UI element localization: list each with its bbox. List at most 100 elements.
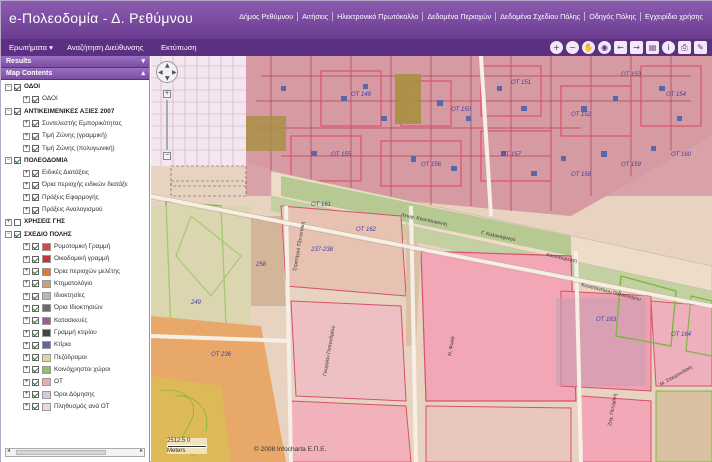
layer-checkbox[interactable] xyxy=(32,268,39,275)
layer-checkbox[interactable] xyxy=(32,341,39,349)
expand-icon[interactable]: + xyxy=(23,292,30,300)
layer-label[interactable]: ΟΔΟΙ xyxy=(42,95,58,102)
menu-print[interactable]: Εκτύπωση xyxy=(161,43,197,52)
layer-label[interactable]: Πράξεις Εφαρμογής xyxy=(42,194,99,201)
menu-address-search[interactable]: Αναζήτηση Διεύθυνσης xyxy=(67,43,143,52)
layer-checkbox[interactable] xyxy=(32,206,39,214)
layer-checkbox[interactable] xyxy=(32,317,39,325)
layer-label[interactable]: Όρια περιοχών μελέτης xyxy=(54,268,120,275)
layer-checkbox[interactable] xyxy=(32,403,39,411)
zoom-out-icon[interactable]: − xyxy=(566,41,579,54)
expand-icon[interactable]: + xyxy=(23,304,30,312)
layer-checkbox[interactable] xyxy=(14,108,21,116)
back-arrow-icon[interactable]: ← xyxy=(614,41,627,54)
nav-user-manual[interactable]: Εγχειρίδιο χρήσης xyxy=(640,12,707,21)
layer-label[interactable]: Συντελεστής Εμπορικότητας xyxy=(42,120,122,127)
expand-icon[interactable]: + xyxy=(23,194,30,202)
collapse-arrow-icon[interactable]: ▾ xyxy=(141,57,145,65)
layer-checkbox[interactable] xyxy=(32,366,39,374)
layer-label[interactable]: ΧΡΗΣΕΙΣ ΓΗΣ xyxy=(24,218,65,225)
layer-checkbox[interactable] xyxy=(32,292,39,300)
layer-label[interactable]: Οικοδομική γραμμή xyxy=(54,255,109,262)
print-icon[interactable]: ⎙ xyxy=(678,41,691,54)
collapse-icon[interactable]: − xyxy=(5,83,12,91)
layer-label[interactable]: Πεζόδρομοι xyxy=(54,354,87,361)
expand-icon[interactable]: + xyxy=(23,391,30,398)
expand-icon[interactable]: + xyxy=(23,169,30,177)
zoom-in-icon[interactable]: + xyxy=(550,41,563,54)
nav-area-data[interactable]: Δεδομένα Περιοχών xyxy=(422,12,495,21)
expand-icon[interactable]: + xyxy=(23,378,30,386)
collapse-icon[interactable]: − xyxy=(5,157,12,165)
layer-label[interactable]: Τιμή Ζώνης (πολυγωνική) xyxy=(42,145,115,152)
info-icon[interactable]: i xyxy=(662,41,675,54)
expand-icon[interactable]: + xyxy=(23,95,30,103)
expand-icon[interactable]: + xyxy=(5,218,12,226)
layers-icon[interactable]: ▤ xyxy=(646,41,659,54)
expand-icon[interactable]: + xyxy=(23,403,30,411)
layer-label[interactable]: ΠΟΛΕΟΔΟΜΙΑ xyxy=(24,157,68,164)
layer-checkbox[interactable] xyxy=(32,280,39,288)
layer-label[interactable]: ΑΝΤΙΚΕΙΜΕΝΙΚΕΣ ΑΞΙΕΣ 2007 xyxy=(24,108,114,115)
scroll-right-icon[interactable]: ▸ xyxy=(140,447,143,454)
layer-checkbox[interactable] xyxy=(32,181,39,189)
nav-city-guide[interactable]: Οδηγός Πόλης xyxy=(584,12,640,21)
layer-label[interactable]: ΣΧΕΔΙΟ ΠΟΛΗΣ xyxy=(24,231,72,238)
layer-checkbox[interactable] xyxy=(32,391,39,398)
pan-control[interactable]: ▲ ▼ ◀ ▶ xyxy=(156,61,178,83)
layer-label[interactable]: Όρια περιοχής ειδικών διατάξε xyxy=(42,181,128,188)
layer-checkbox[interactable] xyxy=(32,120,39,128)
layer-label[interactable]: Ιδιοκτησίες xyxy=(54,292,85,299)
expand-icon[interactable]: + xyxy=(23,341,30,349)
expand-icon[interactable]: + xyxy=(23,181,30,189)
layer-checkbox[interactable] xyxy=(32,354,39,362)
horizontal-scrollbar[interactable]: ◂ ▸ xyxy=(5,448,145,457)
nav-municipality[interactable]: Δήμος Ρεθύμνου xyxy=(235,12,297,21)
layer-label[interactable]: Κτηματολόγιο xyxy=(54,280,92,287)
layer-checkbox[interactable] xyxy=(14,231,21,239)
layer-label[interactable]: ΟΤ xyxy=(54,378,63,385)
layer-checkbox[interactable] xyxy=(14,157,21,165)
results-header[interactable]: Results ▾ xyxy=(1,56,149,68)
layer-label[interactable]: Πληθυσμός ανά ΟΤ xyxy=(54,403,110,410)
menu-queries[interactable]: Ερωτήματα ▾ xyxy=(9,43,53,52)
pan-down-icon[interactable]: ▼ xyxy=(165,75,170,82)
layer-checkbox[interactable] xyxy=(14,218,21,226)
zoom-track[interactable] xyxy=(166,100,168,150)
layer-checkbox[interactable] xyxy=(32,145,39,152)
expand-icon[interactable]: + xyxy=(23,354,30,362)
layer-label[interactable]: Κατασκευές xyxy=(54,317,87,324)
collapse-arrow-icon[interactable]: ▴ xyxy=(141,69,145,77)
layer-label[interactable]: Κοινόχρηστοι χώροι xyxy=(54,366,110,373)
map-contents-header[interactable]: Map Contents ▴ xyxy=(1,68,149,80)
nav-city-plan-data[interactable]: Δεδομένα Σχεδίου Πόλης xyxy=(495,12,584,21)
zoom-in-button[interactable]: + xyxy=(163,90,171,98)
zoom-out-button[interactable]: − xyxy=(163,152,171,160)
expand-icon[interactable]: + xyxy=(23,317,30,325)
expand-icon[interactable]: + xyxy=(23,206,30,214)
collapse-icon[interactable]: − xyxy=(5,231,12,239)
layer-label[interactable]: Τιμή Ζώνης (γραμμική) xyxy=(42,132,107,139)
layer-checkbox[interactable] xyxy=(14,83,21,91)
expand-icon[interactable]: + xyxy=(23,132,30,140)
layer-checkbox[interactable] xyxy=(32,255,39,263)
forward-arrow-icon[interactable]: → xyxy=(630,41,643,54)
expand-icon[interactable]: + xyxy=(23,120,30,128)
layer-label[interactable]: Όρια Ιδιοκτησιών xyxy=(54,304,103,311)
zoom-slider[interactable]: + − xyxy=(163,90,171,160)
nav-applications[interactable]: Αιτήσεις xyxy=(297,12,332,21)
scroll-left-icon[interactable]: ◂ xyxy=(7,447,10,454)
layer-checkbox[interactable] xyxy=(32,132,39,140)
map-svg[interactable]: ΟΤ 149 ΟΤ 150 ΟΤ 151 ΟΤ 152 ΟΤ 153 ΟΤ 154 ΟΤ 1… xyxy=(151,56,712,462)
pan-hand-icon[interactable]: ✋ xyxy=(582,41,595,54)
globe-icon[interactable]: ◉ xyxy=(598,41,611,54)
layer-label[interactable]: Ρυμοτομική Γραμμή xyxy=(54,243,110,250)
layer-checkbox[interactable] xyxy=(32,378,39,386)
scrollbar-thumb[interactable] xyxy=(16,450,106,455)
layer-label[interactable]: Πράξεις Αναλογισμού xyxy=(42,206,103,213)
measure-icon[interactable]: ✎ xyxy=(694,41,707,54)
expand-icon[interactable]: + xyxy=(23,268,30,275)
expand-icon[interactable]: + xyxy=(23,243,30,251)
pan-left-icon[interactable]: ◀ xyxy=(158,69,163,76)
pan-up-icon[interactable]: ▲ xyxy=(165,62,170,69)
